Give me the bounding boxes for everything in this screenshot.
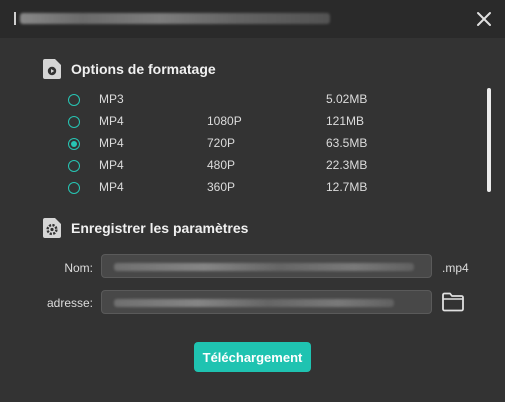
format-size: 5.02MB: [326, 92, 368, 106]
format-size: 22.3MB: [326, 158, 368, 172]
format-resolution: 480P: [207, 158, 236, 172]
format-resolution: 1080P: [207, 114, 242, 128]
filename-input[interactable]: [101, 254, 432, 278]
format-section-header: Options de formatage: [43, 59, 216, 79]
title-bar: [0, 0, 505, 38]
file-extension: .mp4: [442, 261, 469, 275]
format-resolution: 360P: [207, 180, 236, 194]
format-radio[interactable]: [68, 182, 80, 194]
close-button[interactable]: [473, 8, 495, 30]
format-radio[interactable]: [68, 160, 80, 172]
browse-folder-button[interactable]: [441, 291, 465, 313]
title-marker: [14, 12, 16, 25]
settings-file-icon: [43, 218, 61, 238]
download-dialog: Options de formatage MP3 5.02MB MP4 1080…: [0, 0, 505, 402]
format-option-row[interactable]: MP3 5.02MB: [68, 92, 418, 110]
format-option-row[interactable]: MP4 480P 22.3MB: [68, 158, 418, 176]
format-option-row[interactable]: MP4 360P 12.7MB: [68, 180, 418, 198]
save-section-title: Enregistrer les paramètres: [71, 220, 249, 236]
format-radio[interactable]: [68, 138, 80, 150]
format-type: MP4: [99, 114, 124, 128]
format-section-title: Options de formatage: [71, 61, 216, 77]
save-path-input[interactable]: [101, 290, 432, 314]
format-radio[interactable]: [68, 94, 80, 106]
format-size: 121MB: [326, 114, 365, 128]
format-type: MP4: [99, 180, 124, 194]
folder-icon: [442, 292, 464, 312]
close-icon: [477, 12, 491, 26]
download-button[interactable]: Téléchargement: [194, 342, 311, 372]
name-label: Nom:: [64, 261, 93, 275]
blurred-path-value: [114, 299, 394, 307]
format-size: 63.5MB: [326, 136, 368, 150]
format-option-row[interactable]: MP4 720P 63.5MB: [68, 136, 418, 154]
save-section-header: Enregistrer les paramètres: [43, 218, 248, 238]
format-type: MP4: [99, 158, 124, 172]
format-size: 12.7MB: [326, 180, 368, 194]
format-option-row[interactable]: MP4 1080P 121MB: [68, 114, 418, 132]
video-file-icon: [43, 59, 61, 79]
blurred-filename-value: [114, 263, 414, 271]
format-type: MP3: [99, 92, 124, 106]
format-list-scrollbar[interactable]: [487, 88, 491, 192]
address-label: adresse:: [46, 296, 93, 310]
format-type: MP4: [99, 136, 124, 150]
blurred-video-title: [20, 13, 330, 24]
format-radio[interactable]: [68, 116, 80, 128]
format-resolution: 720P: [207, 136, 236, 150]
